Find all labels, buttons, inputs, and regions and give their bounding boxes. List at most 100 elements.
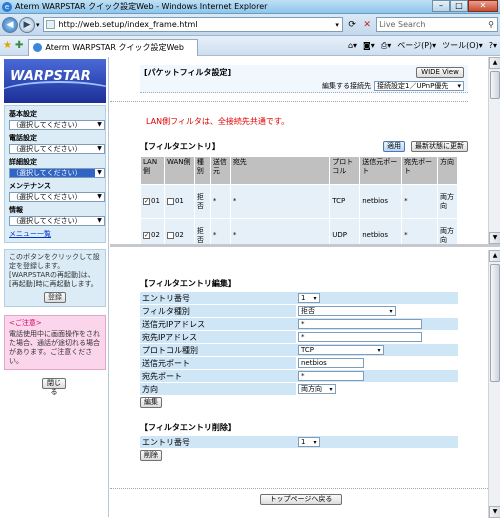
close-window-button[interactable]: ✕ [468, 0, 498, 12]
home-icon[interactable]: ⌂▾ [348, 41, 357, 50]
filter-list-frame: [パケットフィルタ設定] WIDE View 編集する接続先 接続設定1／UPn… [110, 57, 500, 247]
tab-title[interactable]: Aterm WARPSTAR クイック設定Web [45, 42, 184, 53]
back-button[interactable]: ◀ [2, 16, 18, 33]
wan-checkbox[interactable] [166, 197, 174, 205]
wan-checkbox[interactable] [166, 231, 174, 239]
help-icon[interactable]: ?▾ [489, 41, 497, 50]
lan-cell[interactable]: ✓ 02 [140, 218, 165, 244]
scroll-down-icon[interactable]: ▼ [489, 506, 500, 518]
wide-view-button[interactable]: WIDE View [416, 67, 464, 78]
refresh-state-button[interactable]: 最新状態に更新 [411, 141, 468, 152]
delete-section-title: 【フィルタエントリ削除】 [140, 423, 236, 432]
browser-tab[interactable]: Aterm WARPSTAR クイック設定Web [28, 38, 199, 56]
register-button[interactable]: 登録 [44, 292, 66, 303]
dst-cell: * [229, 218, 331, 244]
caution-text: 電話使用中に画面操作をされた場合、通話が途切れる場合があります。ご注意ください。 [9, 330, 100, 365]
scroll-thumb[interactable] [490, 71, 500, 99]
apply-button[interactable]: 適用 [383, 141, 405, 152]
dst-ip-label: 宛先IPアドレス [142, 332, 198, 342]
entry-no-label: エントリ番号 [142, 293, 190, 303]
close-button[interactable]: 閉じる [42, 378, 66, 396]
delete-button[interactable]: 削除 [140, 450, 162, 461]
col-sport: 送信元ポート [359, 156, 403, 185]
table-row: ✓ 02 02 拒否 * * UDP netbios * 両方向 [140, 218, 459, 244]
edit-section-title: 【フィルタエントリ編集】 [140, 279, 236, 288]
favorites-star-icon[interactable]: ★ [3, 40, 12, 51]
address-text[interactable]: http://web.setup/index_frame.html [58, 20, 332, 29]
search-icon[interactable]: ⚲ [485, 20, 497, 29]
scroll-down-icon[interactable]: ▼ [489, 232, 500, 244]
maximize-button[interactable]: □ [450, 0, 468, 12]
print-icon[interactable]: ⎙▾ [381, 41, 391, 51]
menu-select-advanced[interactable]: （選択してください） ▼ [9, 168, 105, 178]
col-dir: 方向 [436, 156, 459, 185]
menu-select-maintenance[interactable]: （選択してください） ▼ [9, 192, 105, 202]
forward-button[interactable]: ▶ [18, 16, 35, 33]
dport-cell: * [401, 218, 438, 244]
menu-select-basic[interactable]: （選択してください） ▼ [9, 120, 105, 130]
chevron-down-icon: ▾ [377, 346, 381, 354]
chevron-down-icon: ▼ [95, 121, 104, 129]
kind-cell: 拒否 [193, 184, 211, 219]
menu-select-phone[interactable]: （選択してください） ▼ [9, 144, 105, 154]
destination-label: 編集する接続先 [322, 82, 371, 90]
bottom-scrollbar[interactable]: ▲ ▼ [488, 250, 500, 518]
chevron-down-icon: ▾ [457, 82, 461, 90]
filter-entry-header: 【フィルタエントリ】 適用 最新状態に更新 [140, 141, 468, 152]
wan-cell[interactable]: 02 [163, 218, 195, 244]
caution-title: <ご注意> [9, 319, 42, 327]
src-port-input[interactable]: netbios [298, 358, 364, 368]
proto-cell: UDP [329, 218, 361, 244]
page-menu[interactable]: ページ(P)▾ [397, 40, 436, 51]
dir-cell: 両方向 [436, 218, 459, 244]
tab-ie-icon [33, 43, 43, 52]
page-header: [パケットフィルタ設定] WIDE View 編集する接続先 接続設定1／UPn… [140, 65, 468, 93]
protocol-label: プロトコル種別 [142, 345, 198, 355]
top-scrollbar[interactable]: ▲ ▼ [488, 57, 500, 244]
direction-select[interactable]: 両方向 ▾ [298, 384, 336, 394]
col-dst: 宛先 [229, 156, 331, 185]
left-menu-frame: WARPSTAR 基本設定 （選択してください） ▼ 電話設定 （選択してください… [2, 57, 109, 517]
chevron-down-icon: ▼ [95, 169, 104, 177]
lan-checkbox[interactable]: ✓ [143, 197, 150, 205]
filter-type-label: フィルタ種別 [142, 306, 190, 316]
destination-select[interactable]: 接続設定1／UPnP優先 ▾ [374, 81, 464, 91]
scroll-up-icon[interactable]: ▲ [489, 57, 500, 69]
edit-button[interactable]: 編集 [140, 397, 162, 408]
address-dropdown-icon[interactable]: ▾ [332, 21, 342, 29]
lan-cell[interactable]: ✓ 01 [140, 184, 165, 219]
history-dropdown-icon[interactable]: ▾ [36, 21, 40, 29]
register-note: このボタンをクリックして設定を登録します。[WARPSTARの再起動]は、[再起… [9, 253, 100, 288]
del-entry-label: エントリ番号 [142, 437, 190, 447]
scroll-thumb[interactable] [490, 264, 500, 382]
del-entry-select[interactable]: 1 ▾ [298, 437, 320, 447]
scroll-up-icon[interactable]: ▲ [489, 250, 500, 262]
search-input[interactable]: Live Search ⚲ [376, 17, 498, 32]
src-port-label: 送信元ポート [142, 358, 190, 368]
tools-menu[interactable]: ツール(O)▾ [442, 40, 483, 51]
feeds-icon[interactable]: ◙▾ [363, 41, 375, 50]
dst-ip-input[interactable]: * [298, 332, 422, 342]
src-ip-input[interactable]: * [298, 319, 422, 329]
lan-checkbox[interactable]: ✓ [143, 231, 150, 239]
filter-type-select[interactable]: 拒否 ▾ [298, 306, 396, 316]
src-ip-label: 送信元IPアドレス [142, 319, 206, 329]
minimize-button[interactable]: – [432, 0, 450, 12]
wan-cell[interactable]: 01 [163, 184, 195, 219]
add-favorite-icon[interactable]: ✚ [15, 40, 23, 51]
refresh-icon[interactable]: ⟳ [346, 20, 358, 30]
entry-no-select[interactable]: 1 ▾ [298, 293, 320, 303]
warpstar-logo: WARPSTAR [4, 59, 106, 103]
stop-icon[interactable]: ✕ [361, 20, 373, 30]
menu-label-advanced: 詳細設定 [9, 158, 37, 166]
address-field[interactable]: http://web.setup/index_frame.html ▾ [43, 17, 344, 32]
menu-list-link[interactable]: メニュー一覧 [9, 229, 103, 239]
menu-select-info[interactable]: （選択してください） ▼ [9, 216, 105, 226]
menu-label-basic: 基本設定 [9, 110, 37, 118]
dst-port-input[interactable]: * [298, 371, 364, 381]
search-placeholder[interactable]: Live Search [379, 20, 485, 29]
protocol-select[interactable]: TCP ▾ [298, 345, 384, 355]
menu-area: 基本設定 （選択してください） ▼ 電話設定 （選択してください） ▼ 詳細設定 （… [4, 105, 106, 243]
back-to-top-button[interactable]: トップページへ戻る [260, 494, 342, 505]
col-wan: WAN側 [163, 156, 195, 185]
